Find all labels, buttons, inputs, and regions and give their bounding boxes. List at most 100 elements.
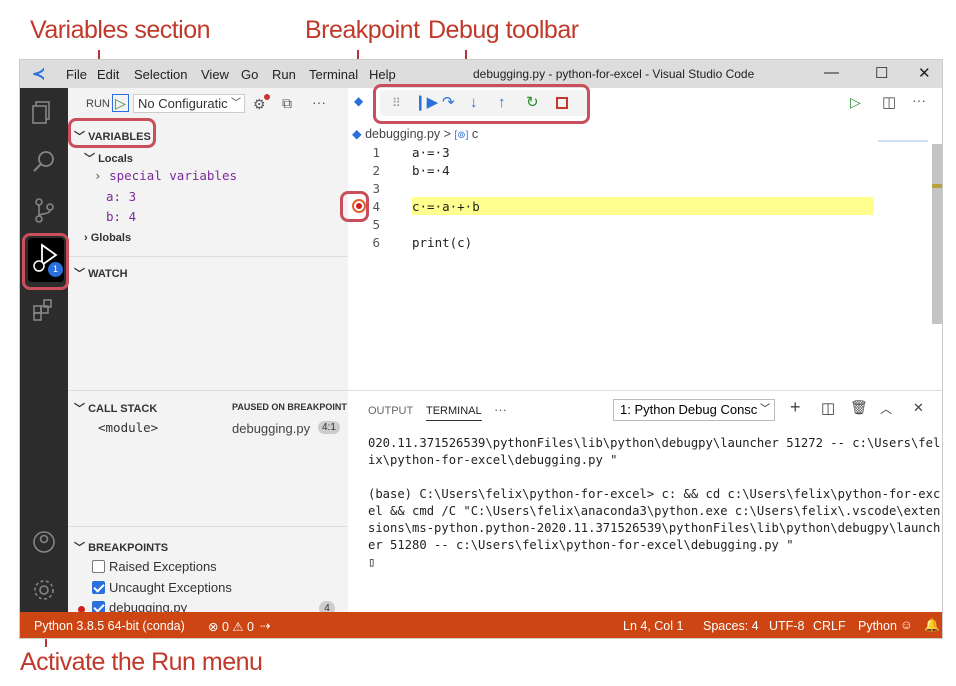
special-variables-item[interactable]: › special variables: [94, 168, 237, 183]
config-warning-dot: [264, 94, 270, 100]
language-mode[interactable]: Python: [858, 619, 897, 633]
run-file-icon[interactable]: ▷: [850, 94, 861, 111]
callout-variables-section: Variables section: [30, 16, 211, 44]
trash-icon[interactable]: 🗑: [850, 399, 868, 416]
divider: [68, 526, 348, 527]
run-debug-sidebar: RUN ▷ No Configuratic ﹀ ⚙ ⧉ ··· ﹀ VARIAB…: [68, 88, 348, 616]
menu-selection[interactable]: Selection: [134, 67, 187, 82]
line-number: 1: [372, 145, 380, 160]
chevron-down-icon: ﹀: [74, 403, 89, 415]
watch-header[interactable]: ﹀ WATCH: [74, 265, 128, 281]
terminal-line: el && cmd /C "C:\Users\felix\anaconda3\p…: [368, 504, 941, 518]
terminal-panel: OUTPUT TERMINAL ··· 1: Python Debug Cons…: [348, 390, 942, 612]
editor-area: ◆ ⠿ ❙▶ ↷ ↓ ↑ ↻ ▷ ◫ ··· ◆ debugging.py > …: [348, 88, 942, 390]
divider: [68, 256, 348, 257]
terminal-line: sions\ms-python.python-2020.11.371526539…: [368, 521, 941, 535]
globals-scope[interactable]: › Globals: [84, 232, 131, 244]
vscode-logo-icon: ≺: [32, 66, 46, 83]
notifications-bell-icon[interactable]: 🔔: [924, 618, 940, 633]
feedback-icon[interactable]: ☺: [900, 618, 913, 632]
code-line[interactable]: c·=·a·+·b: [412, 199, 480, 214]
stack-frame-file[interactable]: debugging.py: [232, 421, 310, 436]
split-terminal-icon[interactable]: ◫: [821, 399, 835, 417]
highlight-variables: [68, 118, 156, 148]
code-line[interactable]: print(c): [412, 235, 472, 250]
minimize-button[interactable]: —: [824, 64, 839, 81]
bp-raised-exceptions[interactable]: Raised Exceptions: [92, 559, 217, 574]
editor-more-icon[interactable]: ···: [912, 92, 926, 108]
menu-edit[interactable]: Edit: [97, 67, 119, 82]
menu-help[interactable]: Help: [369, 67, 396, 82]
terminal-line: er 51280 -- c:\Users\felix\python-for-ex…: [368, 538, 794, 552]
code-line[interactable]: a·=·3: [412, 145, 450, 160]
chevron-down-icon: ﹀: [760, 400, 770, 420]
chevron-down-icon: ﹀: [231, 95, 241, 112]
search-icon[interactable]: [32, 150, 56, 174]
callout-breakpoint: Breakpoint: [305, 16, 420, 44]
breadcrumb[interactable]: ◆ debugging.py > [⊚] c: [352, 126, 478, 141]
menu-view[interactable]: View: [201, 67, 229, 82]
callout-debug-toolbar: Debug toolbar: [428, 16, 579, 44]
current-line-highlight: [412, 197, 874, 215]
debug-console-icon[interactable]: ⧉: [282, 95, 292, 112]
run-label: RUN: [86, 98, 110, 110]
terminal-line: (base) C:\Users\felix\python-for-excel> …: [368, 487, 941, 501]
line-ending[interactable]: CRLF: [813, 619, 846, 633]
chevron-down-icon: ﹀: [74, 542, 89, 554]
menu-go[interactable]: Go: [241, 67, 258, 82]
python-interpreter[interactable]: Python 3.8.5 64-bit (conda): [34, 619, 185, 633]
explorer-icon[interactable]: [32, 100, 54, 124]
python-file-icon: ◆: [354, 94, 364, 108]
problems-count[interactable]: ⊗ 0 ⚠ 0: [208, 619, 254, 634]
extensions-icon[interactable]: [32, 298, 56, 322]
tab-terminal[interactable]: TERMINAL: [426, 405, 482, 421]
close-panel-icon[interactable]: ✕: [913, 400, 924, 416]
stack-frame-module[interactable]: <module>: [98, 420, 158, 435]
encoding[interactable]: UTF-8: [769, 619, 804, 633]
code-line[interactable]: b·=·4: [412, 163, 450, 178]
more-actions-icon[interactable]: ···: [312, 94, 326, 110]
activity-bar: 1: [20, 88, 68, 612]
variable-a[interactable]: a: 3: [106, 189, 136, 204]
new-terminal-icon[interactable]: +: [790, 397, 801, 418]
tab-output[interactable]: OUTPUT: [368, 405, 413, 417]
paused-status: PAUSED ON BREAKPOINT: [232, 402, 347, 412]
menu-run[interactable]: Run: [272, 67, 296, 82]
indentation[interactable]: Spaces: 4: [703, 619, 759, 633]
highlight-run-view: [22, 233, 69, 290]
chevron-down-icon: ﹀: [74, 268, 89, 280]
close-button[interactable]: ✕: [918, 64, 931, 82]
cursor-position[interactable]: Ln 4, Col 1: [623, 619, 683, 633]
maximize-button[interactable]: ☐: [875, 64, 888, 82]
menu-terminal[interactable]: Terminal: [309, 67, 358, 82]
maximize-panel-icon[interactable]: ︿: [880, 400, 892, 417]
divider: [68, 390, 348, 391]
terminal-line: 020.11.371526539\pythonFiles\lib\python\…: [368, 436, 941, 450]
callout-activate-run: Activate the Run menu: [20, 648, 263, 676]
start-debugging-icon[interactable]: ▷: [112, 94, 129, 112]
stack-frame-position: 4:1: [318, 421, 340, 434]
terminal-select[interactable]: 1: Python Debug Consc ﹀: [613, 399, 775, 421]
debug-config-select[interactable]: No Configuratic ﹀: [133, 94, 245, 113]
settings-gear-icon[interactable]: [32, 578, 56, 602]
terminal-line: ix\python-for-excel\debugging.py ": [368, 453, 618, 467]
menu-file[interactable]: File: [66, 67, 87, 82]
bp-uncaught-exceptions[interactable]: Uncaught Exceptions: [92, 580, 232, 595]
uncaught-exceptions-checkbox[interactable]: [92, 581, 105, 594]
source-control-icon[interactable]: [34, 198, 56, 224]
breakpoints-header[interactable]: ﹀ BREAKPOINTS: [74, 539, 168, 555]
raised-exceptions-checkbox[interactable]: [92, 560, 105, 573]
minimap[interactable]: [878, 140, 928, 142]
highlight-breakpoint: [340, 191, 369, 222]
account-icon[interactable]: [32, 530, 56, 554]
split-editor-icon[interactable]: ◫: [882, 93, 896, 111]
debug-status-icon[interactable]: ⇢: [260, 618, 270, 633]
panel-more-icon[interactable]: ···: [494, 402, 507, 417]
call-stack-header[interactable]: ﹀ CALL STACK: [74, 400, 157, 416]
locals-scope[interactable]: ﹀ Locals: [84, 150, 133, 166]
variable-b[interactable]: b: 4: [106, 209, 136, 224]
terminal-cursor[interactable]: ▯: [368, 554, 375, 571]
highlight-debug-toolbar: [373, 84, 590, 124]
variable-symbol-icon: [⊚]: [454, 130, 469, 141]
editor-scrollbar[interactable]: [932, 144, 942, 324]
